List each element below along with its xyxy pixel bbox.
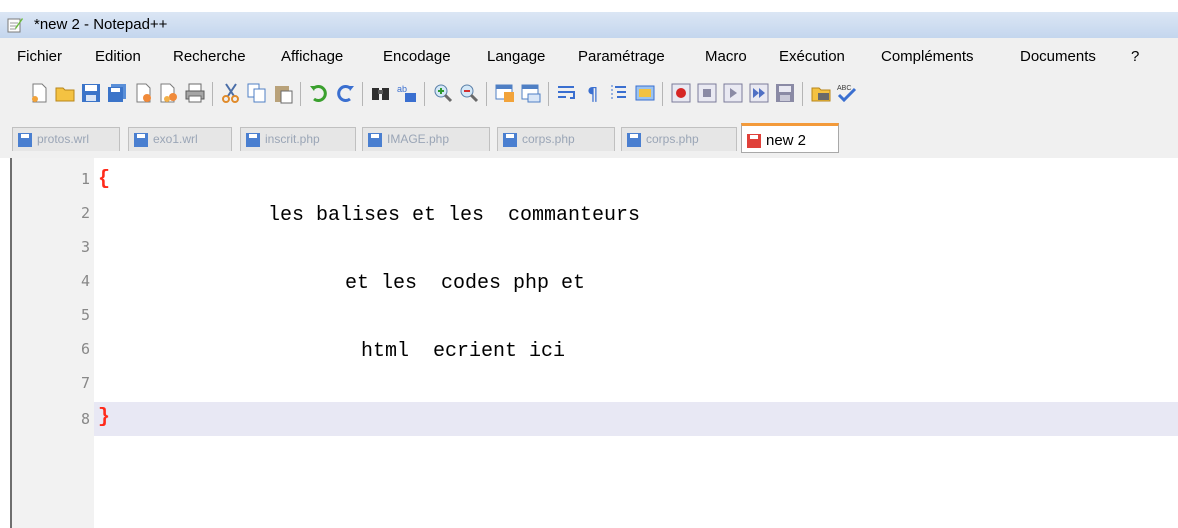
- play-macro-icon[interactable]: [722, 82, 744, 104]
- notepad-app-icon: [7, 18, 23, 33]
- saved-file-icon: [627, 133, 641, 147]
- code-line-2: les balises et les commanteurs: [268, 204, 641, 227]
- tab-corps-php[interactable]: corps.php: [497, 127, 615, 151]
- tab-label: new 2: [766, 132, 807, 149]
- toolbar-separator: [212, 82, 213, 106]
- close-brace: }: [98, 406, 111, 429]
- indent-guide-icon[interactable]: [608, 82, 630, 104]
- menu-execution[interactable]: Exécution: [779, 48, 845, 65]
- new-file-icon[interactable]: [28, 82, 50, 104]
- close-file-icon[interactable]: [132, 82, 154, 104]
- sync-horizontal-scroll-icon[interactable]: [520, 82, 542, 104]
- saved-file-icon: [503, 133, 517, 147]
- launch-run-icon[interactable]: [810, 82, 832, 104]
- tab-label: exo1.wrl: [153, 132, 198, 146]
- print-icon[interactable]: [184, 82, 206, 104]
- toolbar-separator: [662, 82, 663, 106]
- open-brace: {: [98, 168, 111, 191]
- copy-icon[interactable]: [246, 82, 268, 104]
- line-number: 7: [80, 374, 90, 392]
- svg-text:ABC: ABC: [837, 85, 851, 92]
- saved-file-icon: [134, 133, 148, 147]
- toolbar-separator: [486, 82, 487, 106]
- toolbar-separator: [300, 82, 301, 106]
- toolbar-separator: [802, 82, 803, 106]
- zoom-in-icon[interactable]: [432, 82, 454, 104]
- toolbar-separator: [548, 82, 549, 106]
- svg-text:¶: ¶: [587, 84, 598, 104]
- zoom-out-icon[interactable]: [458, 82, 480, 104]
- replace-icon[interactable]: ab: [396, 82, 418, 104]
- menu-complements[interactable]: Compléments: [881, 48, 974, 65]
- menu-bar: Fichier Edition Recherche Affichage Enco…: [0, 38, 1178, 72]
- line-number: 8: [80, 410, 90, 428]
- tab-label: protos.wrl: [37, 132, 90, 146]
- menu-documents[interactable]: Documents: [1020, 48, 1096, 65]
- save-all-icon[interactable]: [106, 82, 128, 104]
- line-number: 4: [80, 272, 90, 290]
- open-file-icon[interactable]: [54, 82, 76, 104]
- tab-label: corps.php: [522, 132, 575, 146]
- toolbar-separator: [424, 82, 425, 106]
- menu-parametrage[interactable]: Paramétrage: [578, 48, 665, 65]
- close-all-icon[interactable]: [158, 82, 180, 104]
- line-number: 6: [80, 340, 90, 358]
- spell-check-icon[interactable]: ABC: [836, 82, 858, 104]
- toolbar: ab ¶ ABC: [0, 72, 1178, 121]
- code-line-6: html ecrient ici: [361, 340, 566, 363]
- stop-record-icon[interactable]: [696, 82, 718, 104]
- cut-icon[interactable]: [220, 82, 242, 104]
- unsaved-file-icon: [747, 134, 761, 148]
- title-bar: *new 2 - Notepad++: [0, 12, 1178, 39]
- tab-inscrit-php[interactable]: inscrit.php: [240, 127, 356, 151]
- saved-file-icon: [368, 133, 382, 147]
- svg-text:ab: ab: [397, 84, 407, 94]
- tab-new-2[interactable]: new 2: [741, 123, 839, 153]
- line-number-gutter: 1 2 3 4 5 6 7 8: [12, 158, 94, 528]
- toolbar-separator: [362, 82, 363, 106]
- tab-corps-php-2[interactable]: corps.php: [621, 127, 737, 151]
- line-number: 2: [80, 204, 90, 222]
- tab-exo1-wrl[interactable]: exo1.wrl: [128, 127, 232, 151]
- show-all-characters-icon[interactable]: ¶: [582, 82, 604, 104]
- line-number: 1: [80, 170, 90, 188]
- undo-icon[interactable]: [308, 82, 330, 104]
- menu-affichage[interactable]: Affichage: [281, 48, 343, 65]
- menu-fichier[interactable]: Fichier: [17, 48, 62, 65]
- tab-label: IMAGE.php: [387, 132, 450, 146]
- current-line-highlight: [94, 402, 1178, 436]
- menu-macro[interactable]: Macro: [705, 48, 747, 65]
- tab-bar: protos.wrl exo1.wrl inscrit.php IMAGE.ph…: [0, 120, 1178, 159]
- save-icon[interactable]: [80, 82, 102, 104]
- editor-area[interactable]: 1 2 3 4 5 6 7 8 { les balises et les com…: [0, 158, 1178, 528]
- run-macro-multiple-icon[interactable]: [748, 82, 770, 104]
- line-number: 5: [80, 306, 90, 324]
- code-line-4: et les codes php et: [345, 272, 586, 295]
- tab-label: corps.php: [646, 132, 699, 146]
- paste-icon[interactable]: [272, 82, 294, 104]
- save-macro-icon[interactable]: [774, 82, 796, 104]
- sync-vertical-scroll-icon[interactable]: [494, 82, 516, 104]
- line-number: 3: [80, 238, 90, 256]
- tab-label: inscrit.php: [265, 132, 320, 146]
- saved-file-icon: [246, 133, 260, 147]
- user-defined-language-icon[interactable]: [634, 82, 656, 104]
- window-title: *new 2 - Notepad++: [34, 16, 168, 33]
- menu-edition[interactable]: Edition: [95, 48, 141, 65]
- tab-image-php[interactable]: IMAGE.php: [362, 127, 490, 151]
- saved-file-icon: [18, 133, 32, 147]
- menu-recherche[interactable]: Recherche: [173, 48, 246, 65]
- record-macro-icon[interactable]: [670, 82, 692, 104]
- menu-help[interactable]: ?: [1131, 48, 1139, 65]
- find-icon[interactable]: [370, 82, 392, 104]
- menu-langage[interactable]: Langage: [487, 48, 545, 65]
- word-wrap-icon[interactable]: [556, 82, 578, 104]
- tab-protos-wrl[interactable]: protos.wrl: [12, 127, 120, 151]
- redo-icon[interactable]: [334, 82, 356, 104]
- menu-encodage[interactable]: Encodage: [383, 48, 451, 65]
